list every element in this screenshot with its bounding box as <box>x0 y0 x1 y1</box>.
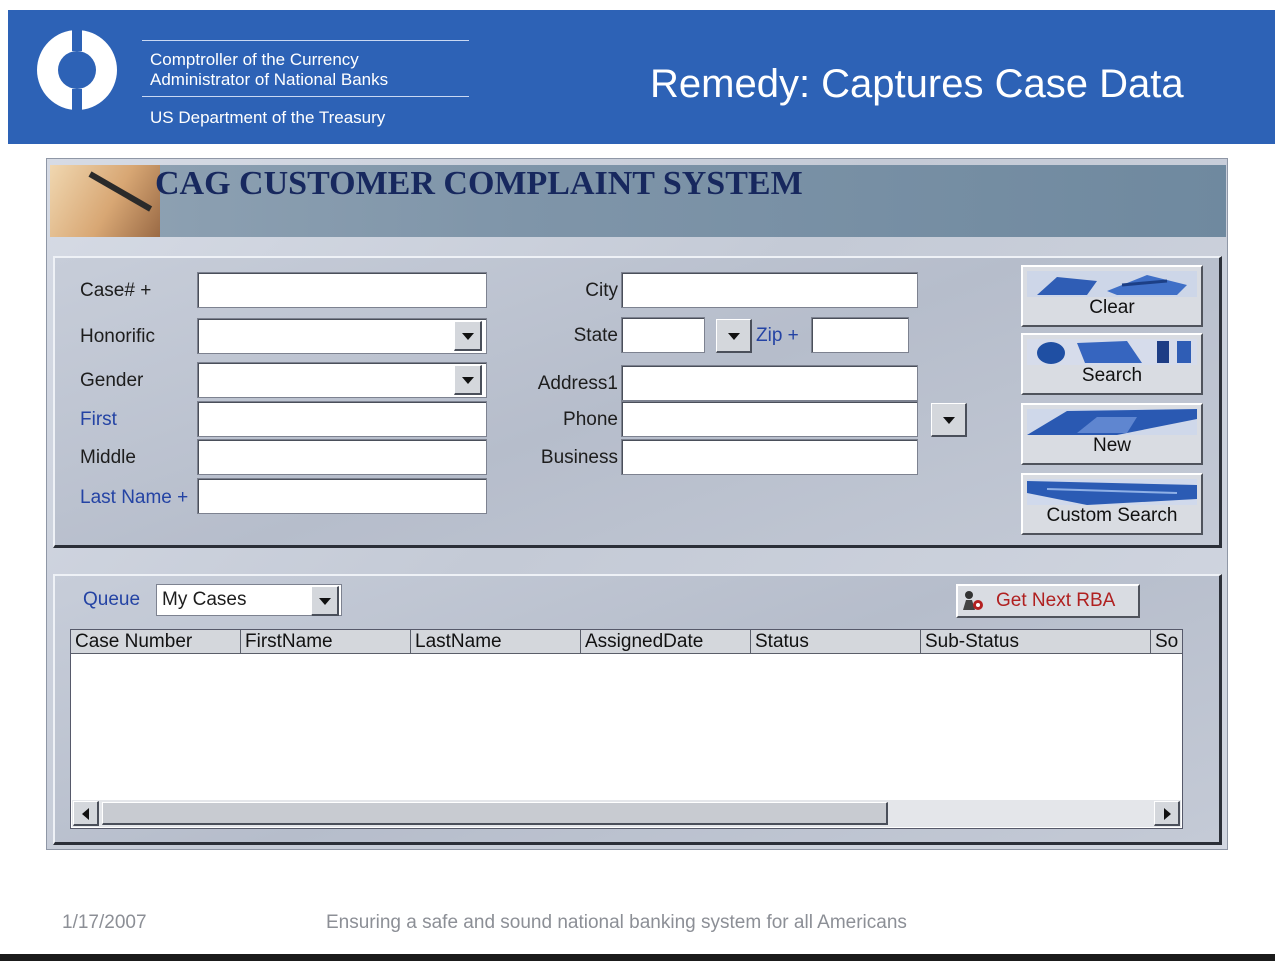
case-number-input[interactable] <box>197 272 487 308</box>
new-label: New <box>1092 435 1131 456</box>
phone-input[interactable] <box>621 401 918 437</box>
banner-title: CAG CUSTOMER COMPLAINT SYSTEM <box>155 165 803 202</box>
get-next-rba-label: Get Next RBA <box>996 590 1116 611</box>
org-line-1: Comptroller of the Currency <box>150 50 359 69</box>
search-button[interactable]: Search <box>1021 333 1203 395</box>
honorific-dropdown-button[interactable] <box>454 321 482 351</box>
scroll-right-button[interactable] <box>1154 801 1180 826</box>
chevron-down-icon <box>942 416 955 424</box>
first-name-label: First <box>80 409 117 430</box>
org-line-2: Administrator of National Banks <box>150 70 389 89</box>
zip-input[interactable] <box>811 317 909 353</box>
state-dropdown-button[interactable] <box>716 319 752 353</box>
zip-label: Zip + <box>756 325 799 346</box>
column-header-case-number[interactable]: Case Number <box>71 630 241 654</box>
case-table[interactable]: Case Number FirstName LastName AssignedD… <box>70 629 1183 829</box>
address1-label: Address1 <box>537 373 618 394</box>
column-header-status[interactable]: Status <box>751 630 921 654</box>
column-header-so[interactable]: So <box>1151 630 1182 654</box>
org-rule-top <box>142 40 469 41</box>
queue-label: Queue <box>83 589 141 610</box>
queue-select[interactable]: My Cases <box>156 584 342 616</box>
gender-dropdown-button[interactable] <box>454 365 482 395</box>
state-input[interactable] <box>621 317 705 353</box>
footer-tagline: Ensuring a safe and sound national banki… <box>326 912 907 933</box>
page-title: Remedy: Captures Case Data <box>650 62 1184 106</box>
person-gear-icon <box>963 591 983 610</box>
case-number-label: Case# + <box>80 280 152 301</box>
clear-image-icon <box>1027 271 1197 297</box>
column-header-assigned-date[interactable]: AssignedDate <box>581 630 751 654</box>
chevron-down-icon <box>727 332 740 340</box>
chevron-down-icon <box>461 332 474 340</box>
business-label: Business <box>540 447 618 468</box>
org-rule-bottom <box>142 96 469 97</box>
arrow-right-icon <box>1164 808 1171 820</box>
custom-search-image-icon <box>1027 479 1197 505</box>
get-next-rba-button[interactable]: Get Next RBA <box>956 584 1140 618</box>
state-label: State <box>573 325 618 346</box>
phone-dropdown-button[interactable] <box>931 403 967 437</box>
city-input[interactable] <box>621 272 918 308</box>
org-line-3: US Department of the Treasury <box>150 108 386 127</box>
business-input[interactable] <box>621 439 918 475</box>
clear-button[interactable]: Clear <box>1021 265 1203 327</box>
city-label: City <box>585 280 618 301</box>
last-name-label: Last Name + <box>80 487 189 508</box>
custom-search-button[interactable]: Custom Search <box>1021 473 1203 535</box>
footer-date: 1/17/2007 <box>62 912 147 933</box>
middle-name-input[interactable] <box>197 439 487 475</box>
search-image-icon <box>1027 339 1197 365</box>
app-banner: CAG CUSTOMER COMPLAINT SYSTEM <box>50 165 1226 237</box>
last-name-input[interactable] <box>197 478 487 514</box>
search-label: Search <box>1081 365 1143 386</box>
chevron-down-icon <box>461 376 474 384</box>
column-header-first-name[interactable]: FirstName <box>241 630 411 654</box>
honorific-label: Honorific <box>80 326 155 347</box>
occ-logo-icon <box>37 27 117 113</box>
chevron-down-icon <box>318 597 331 605</box>
custom-search-label: Custom Search <box>1046 505 1178 526</box>
clear-label: Clear <box>1089 297 1135 318</box>
phone-label: Phone <box>563 409 618 430</box>
scroll-left-button[interactable] <box>73 801 99 826</box>
queue-dropdown-button[interactable] <box>311 586 339 616</box>
new-button[interactable]: New <box>1021 403 1203 465</box>
column-header-last-name[interactable]: LastName <box>411 630 581 654</box>
bottom-bar <box>0 954 1275 961</box>
horizontal-scrollbar[interactable] <box>72 800 1181 827</box>
column-header-sub-status[interactable]: Sub-Status <box>921 630 1151 654</box>
address1-input[interactable] <box>621 365 918 401</box>
gender-select[interactable] <box>197 362 487 398</box>
gender-label: Gender <box>80 370 144 391</box>
honorific-select[interactable] <box>197 318 487 354</box>
arrow-left-icon <box>82 808 89 820</box>
first-name-input[interactable] <box>197 401 487 437</box>
scroll-thumb[interactable] <box>102 802 888 825</box>
middle-name-label: Middle <box>80 447 136 468</box>
queue-selected-value: My Cases <box>162 589 247 610</box>
new-image-icon <box>1027 409 1197 435</box>
